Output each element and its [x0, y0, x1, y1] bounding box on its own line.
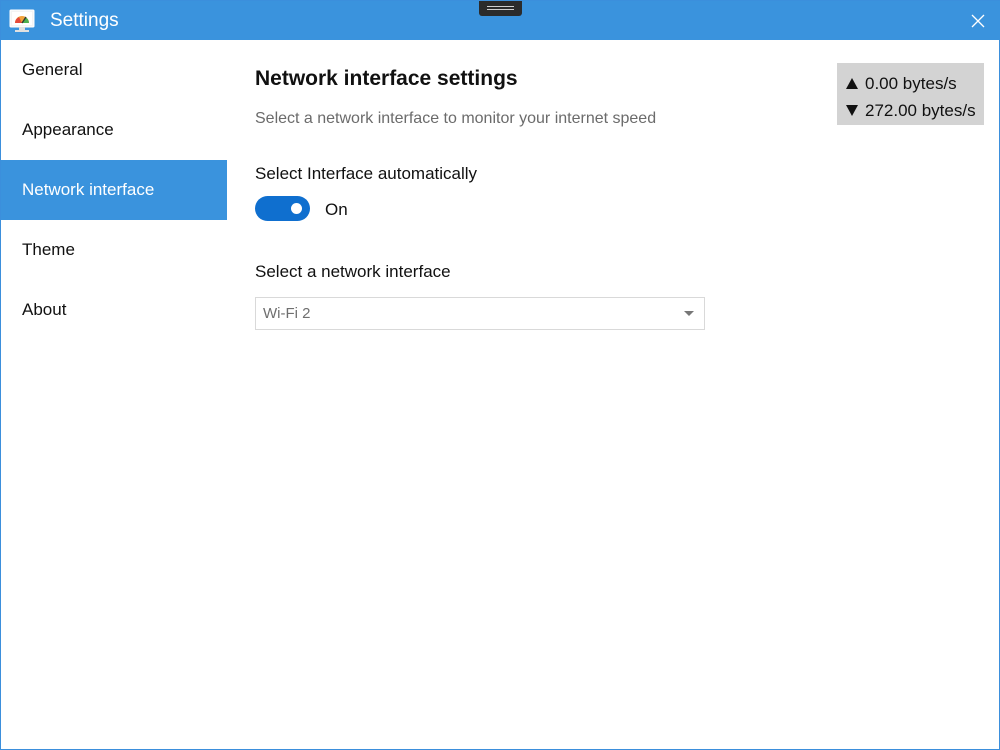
auto-select-label: Select Interface automatically: [255, 164, 478, 183]
sidebar-item-general[interactable]: General: [1, 40, 227, 100]
close-icon: [971, 14, 985, 27]
upload-speed: 0.00 bytes/s: [865, 73, 957, 93]
sidebar-item-label: Theme: [22, 240, 75, 259]
network-monitor-icon: [9, 9, 35, 32]
chevron-down-icon: [684, 311, 694, 316]
sidebar-item-about[interactable]: About: [1, 280, 227, 340]
sidebar-item-label: Network interface: [22, 180, 155, 199]
interface-dropdown[interactable]: Wi-Fi 2: [255, 297, 705, 330]
page-subtitle: Select a network interface to monitor yo…: [255, 110, 657, 127]
auto-select-toggle[interactable]: [255, 196, 310, 221]
sidebar: General Appearance Network interface The…: [1, 40, 227, 750]
upload-arrow-icon: [846, 78, 858, 89]
sidebar-item-label: About: [22, 300, 67, 319]
download-speed-row: 272.00 bytes/s: [846, 97, 984, 124]
download-speed: 272.00 bytes/s: [865, 100, 976, 120]
sidebar-item-appearance[interactable]: Appearance: [1, 100, 227, 160]
speed-widget: 0.00 bytes/s 272.00 bytes/s: [837, 63, 984, 125]
toggle-knob: [291, 203, 302, 214]
sidebar-item-theme[interactable]: Theme: [1, 220, 227, 280]
sidebar-item-label: General: [22, 60, 83, 79]
title-bar[interactable]: Settings: [1, 1, 1000, 40]
close-button[interactable]: [955, 1, 1000, 40]
toggle-state-label: On: [325, 200, 348, 219]
window-title: Settings: [50, 10, 119, 31]
download-arrow-icon: [846, 105, 858, 116]
sidebar-item-network-interface[interactable]: Network interface: [1, 160, 227, 220]
upload-speed-row: 0.00 bytes/s: [846, 70, 984, 97]
interface-select-label: Select a network interface: [255, 262, 451, 281]
interface-dropdown-value: Wi-Fi 2: [263, 305, 311, 322]
drag-handle[interactable]: [479, 1, 522, 16]
page-title: Network interface settings: [255, 67, 518, 90]
sidebar-item-label: Appearance: [22, 120, 114, 139]
settings-window: Settings General Appearance Network inte…: [0, 0, 1000, 750]
